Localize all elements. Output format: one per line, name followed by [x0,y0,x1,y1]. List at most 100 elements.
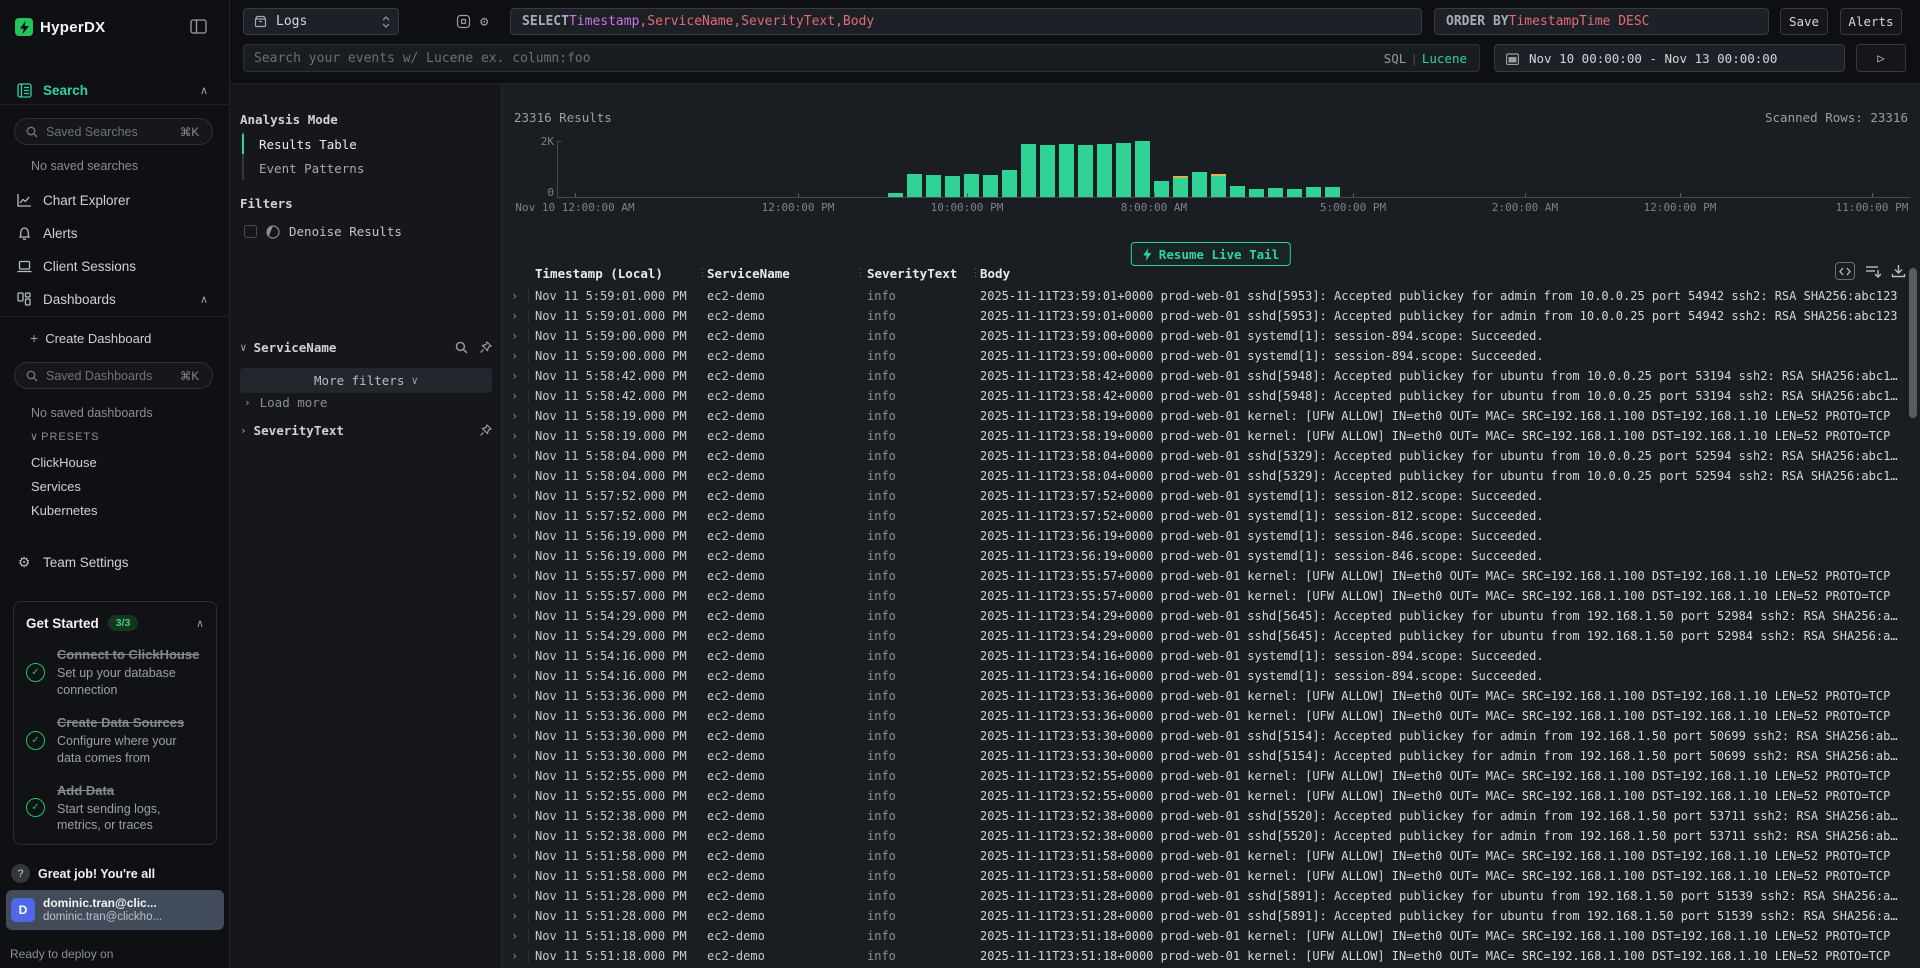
table-row[interactable]: ›Nov 11 5:53:30.000 PMec2-demoinfo2025-1… [502,746,1920,766]
table-row[interactable]: ›Nov 11 5:51:18.000 PMec2-demoinfo2025-1… [502,946,1920,966]
chevron-up-icon[interactable]: ∧ [196,617,204,630]
row-density-icon[interactable] [1865,264,1881,278]
histogram-bar[interactable] [983,175,998,197]
run-query-button[interactable]: ▷ [1856,44,1906,72]
table-row[interactable]: ›Nov 11 5:51:18.000 PMec2-demoinfo2025-1… [502,926,1920,946]
table-row[interactable]: ›Nov 11 5:59:01.000 PMec2-demoinfo2025-1… [502,286,1920,306]
more-filters-button[interactable]: More filters ∨ [240,368,492,393]
expand-row-icon[interactable]: › [511,529,518,543]
table-row[interactable]: ›Nov 11 5:57:52.000 PMec2-demoinfo2025-1… [502,506,1920,526]
histogram-bar[interactable] [1059,144,1074,197]
histogram-bar[interactable] [1097,144,1112,197]
alerts-button[interactable]: Alerts [1840,8,1902,35]
table-row[interactable]: ›Nov 11 5:53:36.000 PMec2-demoinfo2025-1… [502,706,1920,726]
edit-source-button[interactable] [456,14,471,29]
expand-row-icon[interactable]: › [511,669,518,683]
expand-row-icon[interactable]: › [511,429,518,443]
expand-row-icon[interactable]: › [511,649,518,663]
expand-row-icon[interactable]: › [511,729,518,743]
table-row[interactable]: ›Nov 11 5:58:19.000 PMec2-demoinfo2025-1… [502,426,1920,446]
histogram-bar[interactable] [1135,141,1150,197]
saved-dashboards-input[interactable]: Saved Dashboards ⌘K [14,362,213,389]
histogram-bar[interactable] [1173,176,1188,197]
table-row[interactable]: ›Nov 11 5:52:55.000 PMec2-demoinfo2025-1… [502,786,1920,806]
table-row[interactable]: ›Nov 11 5:52:55.000 PMec2-demoinfo2025-1… [502,766,1920,786]
preset-item-kubernetes[interactable]: Kubernetes [31,503,98,518]
sidebar-item-chart-explorer[interactable]: Chart Explorer [0,186,230,214]
histogram-bar[interactable] [1116,143,1131,197]
mode-event-patterns[interactable]: Event Patterns [244,156,364,180]
histogram-bar[interactable] [926,175,941,197]
table-row[interactable]: ›Nov 11 5:58:42.000 PMec2-demoinfo2025-1… [502,366,1920,386]
get-started-step[interactable]: ✓ Connect to ClickHouseSet up your datab… [26,646,204,699]
expand-row-icon[interactable]: › [511,349,518,363]
expand-row-icon[interactable]: › [511,369,518,383]
denoise-results-filter[interactable]: Denoise Results [244,224,402,239]
table-row[interactable]: ›Nov 11 5:58:19.000 PMec2-demoinfo2025-1… [502,406,1920,426]
column-header-severitytext[interactable]: SeverityText [867,266,957,281]
column-header-timestamp[interactable]: Timestamp (Local) [535,266,663,281]
mode-results-table[interactable]: Results Table [244,132,364,156]
histogram-bar[interactable] [1040,145,1055,197]
table-row[interactable]: ›Nov 11 5:51:28.000 PMec2-demoinfo2025-1… [502,906,1920,926]
preset-item-services[interactable]: Services [31,479,81,494]
filter-group-severitytext[interactable]: › SeverityText [240,423,492,438]
expand-row-icon[interactable]: › [511,389,518,403]
pin-icon[interactable] [479,424,492,437]
sidebar-item-client-sessions[interactable]: Client Sessions [0,252,230,280]
resume-live-tail-button[interactable]: Resume Live Tail [1131,242,1291,266]
table-row[interactable]: ›Nov 11 5:54:16.000 PMec2-demoinfo2025-1… [502,666,1920,686]
saved-searches-input[interactable]: Saved Searches ⌘K [14,118,213,145]
table-row[interactable]: ›Nov 11 5:59:00.000 PMec2-demoinfo2025-1… [502,326,1920,346]
histogram-bar[interactable] [1078,145,1093,197]
source-selector[interactable]: Logs [243,8,399,35]
table-row[interactable]: ›Nov 11 5:51:58.000 PMec2-demoinfo2025-1… [502,846,1920,866]
presets-section-header[interactable]: ∨ PRESETS [30,430,99,443]
table-row[interactable]: ›Nov 11 5:54:16.000 PMec2-demoinfo2025-1… [502,646,1920,666]
time-range-picker[interactable]: Nov 10 00:00:00 - Nov 13 00:00:00 [1494,44,1845,72]
expand-row-icon[interactable]: › [511,709,518,723]
filter-group-servicename[interactable]: ∨ ServiceName [240,340,492,355]
table-row[interactable]: ›Nov 11 5:56:19.000 PMec2-demoinfo2025-1… [502,526,1920,546]
expand-row-icon[interactable]: › [511,309,518,323]
histogram-bar[interactable] [1192,172,1207,197]
expand-row-icon[interactable]: › [511,869,518,883]
expand-row-icon[interactable]: › [511,569,518,583]
histogram-bar[interactable] [888,193,903,197]
sidebar-item-search[interactable]: Search ∧ [0,76,230,104]
expand-row-icon[interactable]: › [511,909,518,923]
load-more-button[interactable]: › Load more [244,395,327,410]
expand-row-icon[interactable]: › [511,809,518,823]
expand-row-icon[interactable]: › [511,769,518,783]
histogram-bar[interactable] [1021,144,1036,197]
table-row[interactable]: ›Nov 11 5:59:01.000 PMec2-demoinfo2025-1… [502,306,1920,326]
histogram-bar[interactable] [1306,187,1321,197]
expand-row-icon[interactable]: › [511,509,518,523]
histogram-bar[interactable] [1154,181,1169,197]
search-icon[interactable] [455,341,468,354]
table-row[interactable]: ›Nov 11 5:54:29.000 PMec2-demoinfo2025-1… [502,606,1920,626]
column-resizer[interactable]: ⋮ [855,266,866,279]
table-row[interactable]: ›Nov 11 5:55:57.000 PMec2-demoinfo2025-1… [502,566,1920,586]
save-button[interactable]: Save [1780,8,1828,35]
expand-row-icon[interactable]: › [511,589,518,603]
expand-row-icon[interactable]: › [511,949,518,963]
table-row[interactable]: ›Nov 11 5:59:00.000 PMec2-demoinfo2025-1… [502,346,1920,366]
column-header-body[interactable]: Body [980,266,1010,281]
table-row[interactable]: ›Nov 11 5:56:19.000 PMec2-demoinfo2025-1… [502,546,1920,566]
get-started-step[interactable]: ✓ Create Data SourcesConfigure where you… [26,714,204,767]
get-started-step[interactable]: ✓ Add DataStart sending logs, metrics, o… [26,782,204,835]
settings-gear-button[interactable]: ⚙ [480,14,488,30]
column-header-servicename[interactable]: ServiceName [707,266,790,281]
histogram-bar[interactable] [1211,174,1226,197]
table-row[interactable]: ›Nov 11 5:51:28.000 PMec2-demoinfo2025-1… [502,886,1920,906]
table-row[interactable]: ›Nov 11 5:58:42.000 PMec2-demoinfo2025-1… [502,386,1920,406]
expand-row-icon[interactable]: › [511,689,518,703]
expand-row-icon[interactable]: › [511,789,518,803]
histogram-bar[interactable] [907,174,922,197]
table-row[interactable]: ›Nov 11 5:58:04.000 PMec2-demoinfo2025-1… [502,446,1920,466]
expand-row-icon[interactable]: › [511,469,518,483]
create-dashboard-button[interactable]: + Create Dashboard [0,324,230,352]
table-row[interactable]: ›Nov 11 5:54:29.000 PMec2-demoinfo2025-1… [502,626,1920,646]
sidebar-item-team-settings[interactable]: ⚙ Team Settings [0,548,230,576]
